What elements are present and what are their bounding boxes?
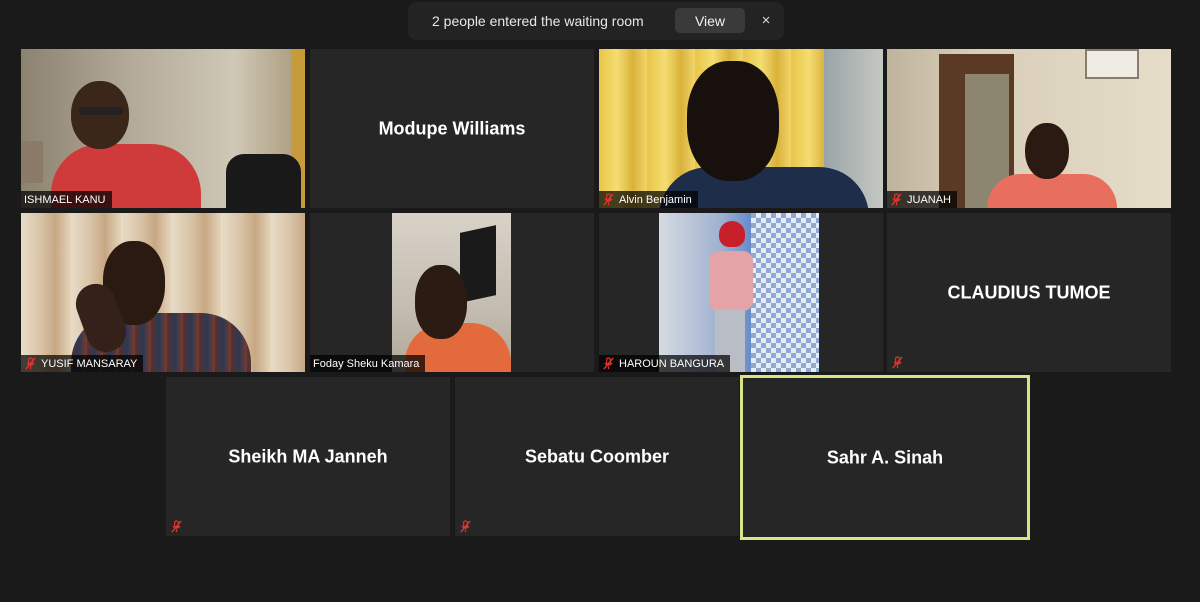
muted-mic-icon bbox=[460, 520, 471, 533]
participant-name: Modupe Williams bbox=[378, 118, 526, 138]
participant-tile[interactable]: Alvin Benjamin bbox=[599, 49, 883, 208]
participant-name: HAROUN BANGURA bbox=[619, 357, 725, 370]
participant-video bbox=[599, 213, 883, 372]
participant-tile-active-speaker[interactable]: Sahr A. Sinah bbox=[740, 375, 1030, 540]
participant-name: JUANAH bbox=[907, 193, 952, 206]
participant-name: Sheikh MA Janneh bbox=[228, 446, 388, 466]
muted-mic-icon bbox=[892, 356, 903, 369]
muted-mic-icon bbox=[603, 193, 614, 206]
participant-name-tag: HAROUN BANGURA bbox=[599, 355, 731, 372]
participant-name: CLAUDIUS TUMOE bbox=[947, 282, 1111, 302]
participant-tile[interactable]: Sebatu Coomber bbox=[455, 377, 739, 536]
participant-name: Foday Sheku Kamara bbox=[313, 357, 420, 370]
participant-tile[interactable]: Modupe Williams bbox=[310, 49, 594, 208]
participant-name-tag: Alvin Benjamin bbox=[599, 191, 698, 208]
participant-video bbox=[599, 49, 883, 208]
participant-name-tag: JUANAH bbox=[887, 191, 958, 208]
waiting-room-notification: 2 people entered the waiting room View × bbox=[408, 2, 784, 40]
muted-mic-icon bbox=[171, 520, 182, 533]
participant-name: Sebatu Coomber bbox=[524, 446, 670, 466]
participant-name-tag: ISHMAEL KANU bbox=[21, 191, 112, 208]
participant-name: ISHMAEL KANU bbox=[24, 193, 106, 206]
participant-video bbox=[21, 213, 305, 372]
participant-video bbox=[887, 49, 1171, 208]
participant-tile[interactable]: CLAUDIUS TUMOE bbox=[887, 213, 1171, 372]
participant-tile[interactable]: Sheikh MA Janneh bbox=[166, 377, 450, 536]
muted-mic-icon bbox=[603, 357, 614, 370]
participant-tile[interactable]: JUANAH bbox=[887, 49, 1171, 208]
participant-tile[interactable]: YUSIF MANSARAY bbox=[21, 213, 305, 372]
participant-name: YUSIF MANSARAY bbox=[41, 357, 138, 370]
participant-name: Sahr A. Sinah bbox=[826, 447, 944, 467]
participant-tile[interactable]: HAROUN BANGURA bbox=[599, 213, 883, 372]
participant-video bbox=[21, 49, 305, 208]
participant-name-tag: YUSIF MANSARAY bbox=[21, 355, 144, 372]
waiting-room-message: 2 people entered the waiting room bbox=[432, 13, 644, 29]
participant-tile[interactable]: ISHMAEL KANU bbox=[21, 49, 305, 208]
close-notification-button[interactable]: × bbox=[756, 8, 776, 33]
participant-name: Alvin Benjamin bbox=[619, 193, 692, 206]
participant-tile[interactable]: Foday Sheku Kamara bbox=[310, 213, 594, 372]
muted-mic-icon bbox=[25, 357, 36, 370]
view-waiting-room-button[interactable]: View bbox=[675, 8, 745, 33]
participant-name-tag: Foday Sheku Kamara bbox=[310, 355, 426, 372]
muted-mic-icon bbox=[891, 193, 902, 206]
participant-video bbox=[310, 213, 594, 372]
